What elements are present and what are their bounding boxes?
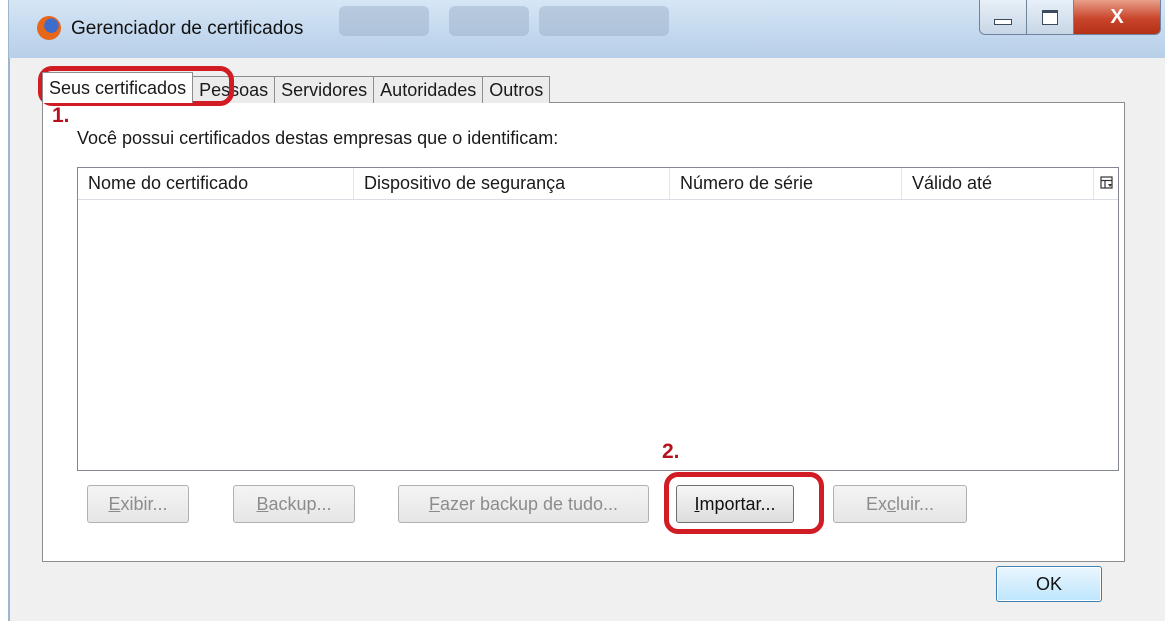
highlight-ring-import <box>664 472 824 534</box>
delete-button[interactable]: Excluir... <box>833 485 967 523</box>
backup-button-accel: B <box>256 494 269 514</box>
column-header-name[interactable]: Nome do certificado <box>78 168 354 199</box>
minimize-icon <box>994 19 1012 25</box>
step-1-marker: 1. <box>52 104 70 127</box>
tab-servidores[interactable]: Servidores <box>274 76 375 103</box>
column-header-valid-until[interactable]: Válido até <box>902 168 1094 199</box>
tab-seus-certificados[interactable]: Seus certificados <box>42 72 194 103</box>
delete-button-label-pre: Ex <box>865 494 887 514</box>
backup-all-button-label-post: azer backup de tudo... <box>439 494 619 514</box>
minimize-button[interactable] <box>979 0 1027 35</box>
close-button[interactable]: X <box>1073 0 1161 35</box>
delete-button-label-post: luir... <box>896 494 935 514</box>
maximize-icon <box>1042 9 1058 25</box>
certificate-table[interactable]: Nome do certificado Dispositivo de segur… <box>77 167 1119 471</box>
view-button-accel: E <box>108 494 121 514</box>
backup-all-button[interactable]: Fazer backup de tudo... <box>398 485 649 523</box>
background-blur <box>539 6 669 36</box>
table-header: Nome do certificado Dispositivo de segur… <box>78 168 1118 200</box>
delete-button-accel: c <box>887 494 896 514</box>
close-icon: X <box>1110 5 1124 28</box>
backup-button[interactable]: Backup... <box>233 485 355 523</box>
window-title: Gerenciador de certificados <box>71 18 304 39</box>
view-button[interactable]: Exibir... <box>87 485 189 523</box>
tab-autoridades[interactable]: Autoridades <box>373 76 484 103</box>
backup-all-button-accel: F <box>428 494 440 514</box>
tab-strip: Seus certificados Pessoas Servidores Aut… <box>42 72 551 103</box>
background-blur <box>339 6 429 36</box>
column-picker-icon[interactable] <box>1100 176 1114 190</box>
tab-outros[interactable]: Outros <box>482 76 551 103</box>
column-header-serial[interactable]: Número de série <box>670 168 902 199</box>
backup-button-label-post: ackup... <box>268 494 332 514</box>
background-blur <box>449 6 529 36</box>
step-2-marker: 2. <box>662 440 680 463</box>
firefox-icon <box>37 16 61 40</box>
maximize-button[interactable] <box>1026 0 1074 35</box>
column-header-device[interactable]: Dispositivo de segurança <box>354 168 670 199</box>
ok-button[interactable]: OK <box>996 566 1102 602</box>
view-button-label-post: xibir... <box>120 494 168 514</box>
title-bar: Gerenciador de certificados X <box>8 0 1165 58</box>
description-text: Você possui certificados destas empresas… <box>77 128 559 148</box>
